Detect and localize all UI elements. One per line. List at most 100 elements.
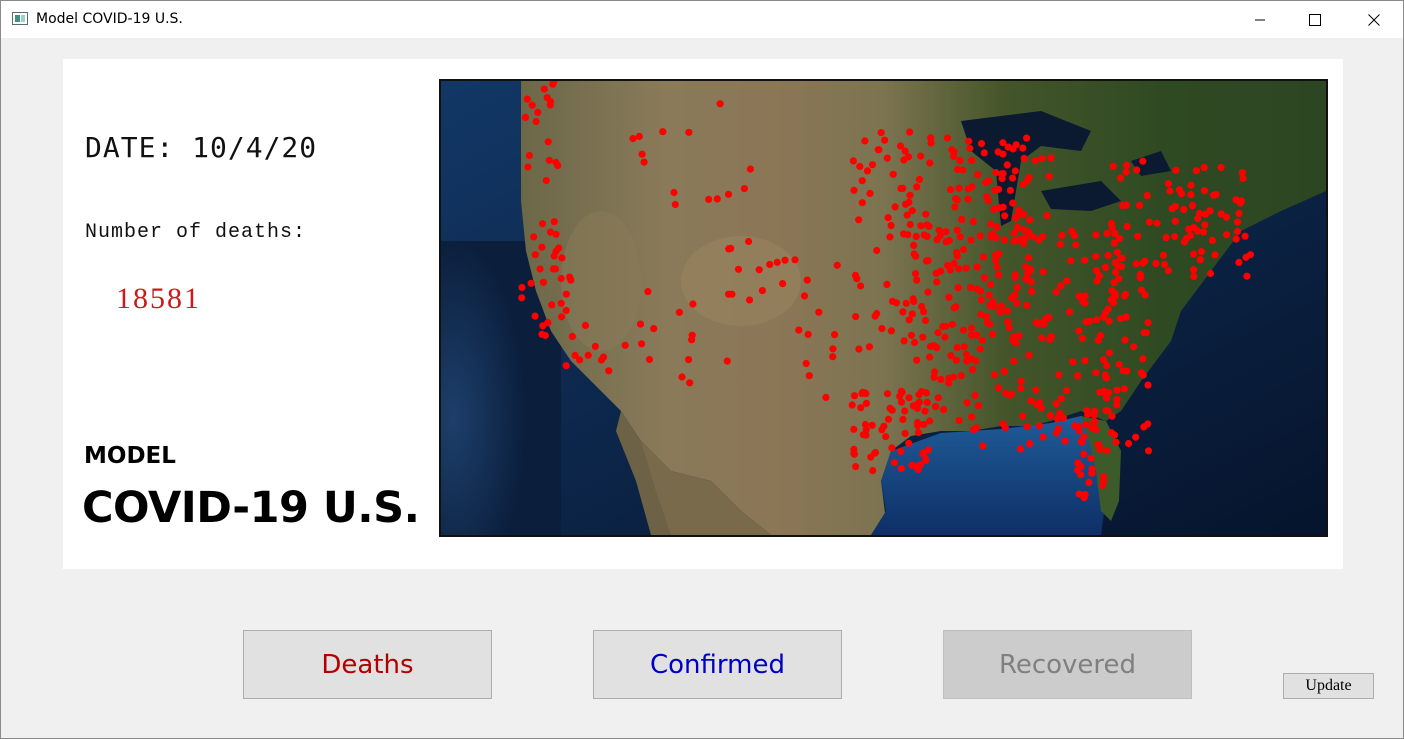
case-marker (1123, 222, 1131, 230)
case-marker (530, 233, 538, 241)
case-marker (942, 228, 950, 236)
case-marker (581, 321, 590, 329)
case-marker (1111, 259, 1119, 267)
case-marker (900, 230, 908, 238)
case-marker (670, 188, 678, 197)
case-marker (1241, 232, 1249, 240)
case-marker (884, 214, 892, 222)
case-marker (1103, 229, 1111, 238)
case-marker (914, 422, 922, 430)
case-marker (874, 146, 882, 154)
case-marker (644, 288, 652, 296)
case-marker (850, 392, 859, 400)
case-marker (640, 158, 648, 166)
case-marker (724, 190, 733, 198)
case-marker (912, 232, 920, 240)
case-marker (878, 426, 886, 434)
case-marker (1027, 266, 1035, 274)
case-marker (527, 279, 535, 287)
case-marker (531, 251, 539, 259)
case-marker (922, 455, 930, 463)
main-panel: DATE: 10/4/20 Number of deaths: 18581 MO… (63, 59, 1343, 569)
case-marker (758, 287, 766, 295)
case-marker (968, 156, 976, 164)
case-marker (518, 294, 526, 302)
case-marker (887, 327, 895, 335)
recovered-button[interactable]: Recovered (943, 630, 1192, 699)
case-marker (948, 320, 956, 328)
case-marker (791, 256, 799, 264)
case-marker (931, 402, 939, 411)
case-marker (933, 344, 941, 352)
case-marker (897, 184, 905, 193)
case-marker (1119, 202, 1127, 210)
title-bar[interactable]: Model COVID-19 U.S. (1, 1, 1403, 38)
deaths-button[interactable]: Deaths (243, 630, 492, 699)
case-marker (954, 284, 962, 292)
case-marker (905, 439, 913, 447)
case-marker (899, 308, 907, 316)
case-marker (1009, 199, 1017, 207)
case-marker (934, 394, 942, 402)
case-marker (1171, 233, 1179, 241)
case-marker (1013, 211, 1021, 220)
case-marker (1235, 209, 1243, 217)
minimize-button[interactable] (1237, 1, 1283, 38)
close-button[interactable] (1351, 1, 1397, 38)
case-marker (1102, 374, 1111, 382)
case-marker (1132, 433, 1140, 441)
case-marker (685, 128, 693, 136)
case-marker (815, 308, 823, 316)
case-marker (1141, 291, 1149, 299)
case-marker (1109, 299, 1118, 307)
case-marker (1075, 427, 1083, 435)
case-marker (848, 401, 856, 409)
case-marker (952, 303, 960, 311)
case-marker (1027, 278, 1035, 286)
case-marker (1082, 421, 1090, 429)
case-marker (906, 220, 914, 229)
case-marker (967, 236, 975, 244)
case-marker (800, 292, 809, 300)
case-marker (995, 185, 1003, 193)
case-marker (542, 176, 550, 185)
case-marker (1144, 319, 1152, 327)
case-marker (591, 342, 599, 350)
case-marker (1057, 394, 1065, 403)
case-marker (941, 333, 949, 341)
case-marker (914, 429, 923, 437)
case-marker (937, 375, 945, 383)
update-button[interactable]: Update (1283, 673, 1374, 699)
case-marker (1180, 238, 1188, 246)
case-marker (539, 278, 547, 286)
case-marker (861, 137, 869, 145)
case-marker (1206, 269, 1215, 278)
case-marker (1139, 371, 1147, 379)
case-marker (910, 297, 918, 306)
case-marker (1092, 231, 1100, 239)
case-marker (562, 290, 570, 298)
case-marker (932, 269, 940, 277)
case-marker (1113, 386, 1121, 394)
case-marker (1171, 217, 1179, 225)
case-marker (671, 200, 679, 209)
case-marker (994, 148, 1002, 156)
case-marker (1103, 446, 1111, 455)
case-marker (888, 297, 897, 305)
case-marker (905, 198, 913, 206)
case-marker (888, 444, 896, 452)
case-marker (1185, 225, 1193, 233)
case-marker (1004, 318, 1012, 326)
case-marker (980, 274, 989, 282)
case-marker (1046, 412, 1054, 420)
case-marker (1021, 234, 1029, 242)
case-marker (897, 447, 905, 455)
app-window: Model COVID-19 U.S. DATE: 10/4/20 Number… (0, 0, 1404, 739)
case-marker (1085, 478, 1093, 486)
case-marker (562, 306, 570, 315)
maximize-button[interactable] (1292, 1, 1338, 38)
case-marker (886, 233, 894, 241)
case-marker (1196, 209, 1204, 218)
confirmed-button[interactable]: Confirmed (593, 630, 842, 699)
case-marker (906, 128, 914, 136)
